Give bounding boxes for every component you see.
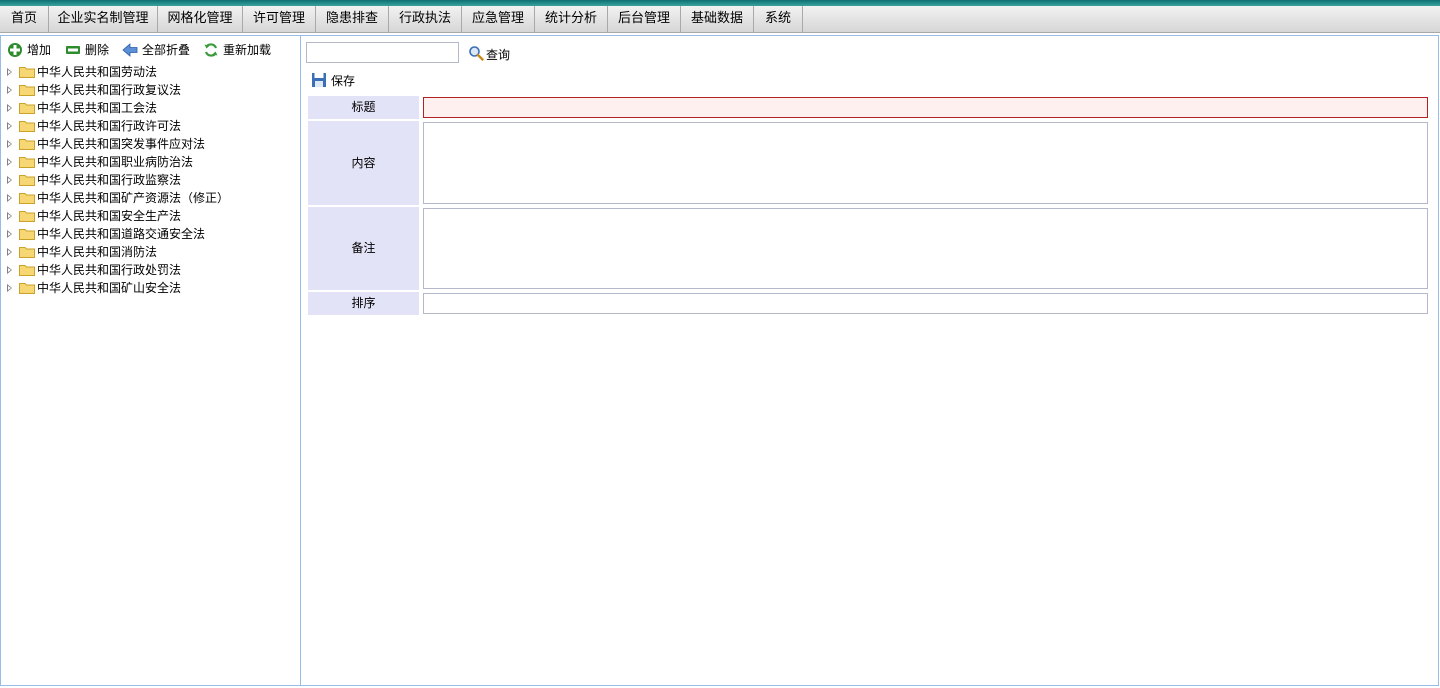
folder-icon bbox=[19, 247, 35, 258]
expand-arrow-icon[interactable] bbox=[7, 140, 12, 148]
folder-icon bbox=[19, 157, 35, 168]
expand-arrow-icon[interactable] bbox=[7, 194, 12, 202]
folder-icon bbox=[19, 193, 35, 204]
tree-node[interactable]: 中华人民共和国劳动法 bbox=[7, 63, 299, 81]
tree-node[interactable]: 中华人民共和国突发事件应对法 bbox=[7, 135, 299, 153]
menu-item-statistics[interactable]: 统计分析 bbox=[535, 6, 608, 32]
expand-arrow-icon[interactable] bbox=[7, 104, 12, 112]
reload-button[interactable]: 重新加载 bbox=[203, 41, 273, 59]
main-menu-bar: 首页 企业实名制管理 网格化管理 许可管理 隐患排查 行政执法 应急管理 统计分… bbox=[0, 6, 1440, 33]
form-panel: 查询 保存 标题 内容 备注 排序 bbox=[301, 35, 1439, 686]
folder-icon bbox=[19, 265, 35, 276]
tree-node[interactable]: 中华人民共和国矿山安全法 bbox=[7, 279, 299, 297]
expand-arrow-icon[interactable] bbox=[7, 284, 12, 292]
tree-node[interactable]: 中华人民共和国行政监察法 bbox=[7, 171, 299, 189]
back-arrow-icon bbox=[122, 43, 138, 57]
expand-arrow-icon[interactable] bbox=[7, 248, 12, 256]
tree-panel: 增加 删除 全部折叠 重新加载 中华人民共和国劳动法 中华人民共和国行政复议法 … bbox=[0, 35, 301, 686]
menu-item-home[interactable]: 首页 bbox=[0, 6, 49, 32]
menu-item-license-management[interactable]: 许可管理 bbox=[243, 6, 316, 32]
menu-item-grid-management[interactable]: 网格化管理 bbox=[158, 6, 243, 32]
menu-item-backend-management[interactable]: 后台管理 bbox=[608, 6, 681, 32]
menu-item-basic-data[interactable]: 基础数据 bbox=[681, 6, 754, 32]
tree-node[interactable]: 中华人民共和国行政复议法 bbox=[7, 81, 299, 99]
expand-arrow-icon[interactable] bbox=[7, 122, 12, 130]
content-label: 内容 bbox=[308, 121, 419, 205]
collapse-all-button[interactable]: 全部折叠 bbox=[122, 41, 194, 59]
delete-icon bbox=[66, 46, 80, 54]
search-input[interactable] bbox=[306, 42, 459, 63]
folder-icon bbox=[19, 85, 35, 96]
folder-icon bbox=[19, 121, 35, 132]
tree-node[interactable]: 中华人民共和国安全生产法 bbox=[7, 207, 299, 225]
law-tree: 中华人民共和国劳动法 中华人民共和国行政复议法 中华人民共和国工会法 中华人民共… bbox=[7, 63, 299, 297]
folder-icon bbox=[19, 175, 35, 186]
tree-node[interactable]: 中华人民共和国职业病防治法 bbox=[7, 153, 299, 171]
title-field[interactable] bbox=[423, 97, 1428, 118]
tree-node[interactable]: 中华人民共和国消防法 bbox=[7, 243, 299, 261]
order-field[interactable] bbox=[423, 293, 1428, 314]
order-label: 排序 bbox=[308, 292, 419, 315]
expand-arrow-icon[interactable] bbox=[7, 158, 12, 166]
save-icon bbox=[312, 73, 326, 87]
title-label: 标题 bbox=[308, 96, 419, 119]
tree-node[interactable]: 中华人民共和国行政许可法 bbox=[7, 117, 299, 135]
menu-item-enterprise-registration[interactable]: 企业实名制管理 bbox=[49, 6, 158, 32]
expand-arrow-icon[interactable] bbox=[7, 266, 12, 274]
tree-node[interactable]: 中华人民共和国行政处罚法 bbox=[7, 261, 299, 279]
folder-icon bbox=[19, 229, 35, 240]
menu-item-system[interactable]: 系统 bbox=[754, 6, 803, 32]
folder-icon bbox=[19, 139, 35, 150]
menu-item-hazard-inspection[interactable]: 隐患排查 bbox=[316, 6, 389, 32]
menu-item-administrative-enforcement[interactable]: 行政执法 bbox=[389, 6, 462, 32]
expand-arrow-icon[interactable] bbox=[7, 176, 12, 184]
tree-node[interactable]: 中华人民共和国道路交通安全法 bbox=[7, 225, 299, 243]
folder-icon bbox=[19, 211, 35, 222]
expand-arrow-icon[interactable] bbox=[7, 86, 12, 94]
remark-field[interactable] bbox=[423, 208, 1428, 289]
search-icon bbox=[469, 46, 484, 61]
remark-label: 备注 bbox=[308, 207, 419, 290]
expand-arrow-icon[interactable] bbox=[7, 212, 12, 220]
folder-icon bbox=[19, 103, 35, 114]
folder-icon bbox=[19, 67, 35, 78]
menu-item-emergency-management[interactable]: 应急管理 bbox=[462, 6, 535, 32]
tree-node[interactable]: 中华人民共和国矿产资源法（修正） bbox=[7, 189, 299, 207]
tree-node[interactable]: 中华人民共和国工会法 bbox=[7, 99, 299, 117]
content-field[interactable] bbox=[423, 122, 1428, 204]
refresh-icon bbox=[204, 43, 218, 57]
expand-arrow-icon[interactable] bbox=[7, 230, 12, 238]
add-icon bbox=[8, 43, 22, 57]
folder-icon bbox=[19, 283, 35, 294]
delete-button[interactable]: 删除 bbox=[65, 41, 115, 59]
expand-arrow-icon[interactable] bbox=[7, 68, 12, 76]
add-button[interactable]: 增加 bbox=[7, 41, 55, 59]
